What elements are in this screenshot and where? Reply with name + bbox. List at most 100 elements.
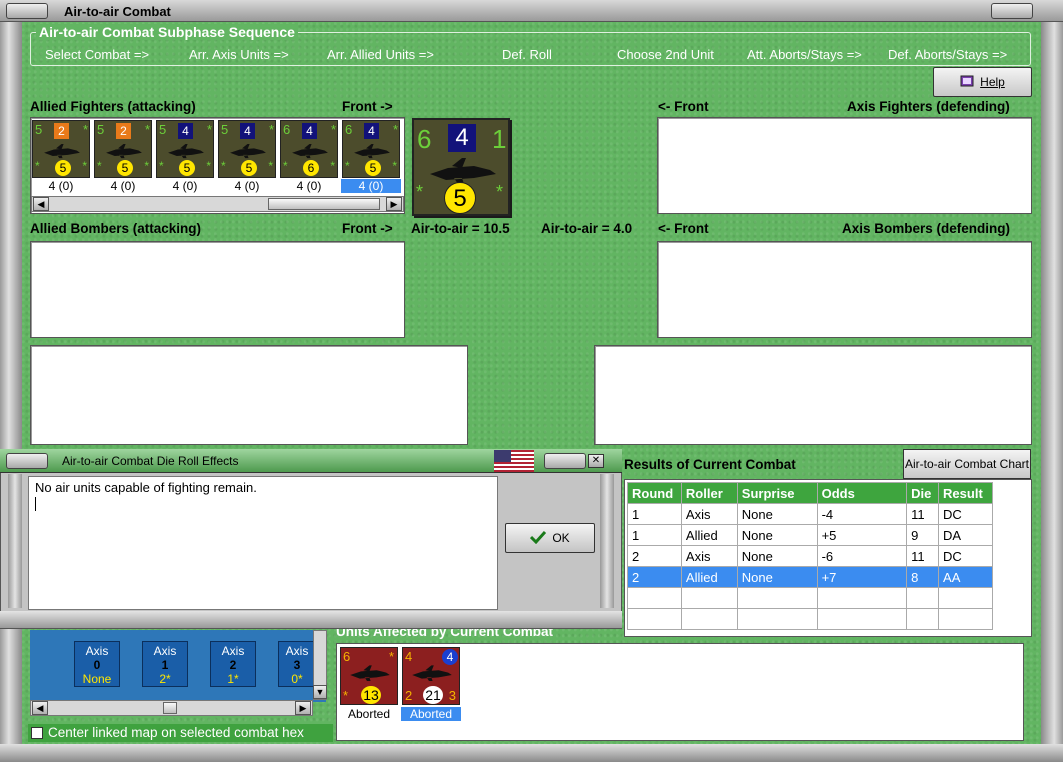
col-odds[interactable]: Odds bbox=[816, 482, 908, 504]
counter-caption[interactable]: 4 (0) bbox=[217, 179, 277, 193]
table-row[interactable]: 2 Allied None +7 8 AA bbox=[627, 566, 993, 588]
dialog-restore-button[interactable] bbox=[544, 453, 586, 469]
plane-icon bbox=[354, 144, 390, 159]
frame-right bbox=[1041, 22, 1063, 762]
affected-unit-caption[interactable]: Aborted bbox=[339, 707, 399, 721]
fighter-counter[interactable]: 5 4 * * 5 * bbox=[218, 120, 276, 178]
table-cell: AA bbox=[938, 566, 993, 588]
fighter-counter[interactable]: 5 2 * * 5 * bbox=[94, 120, 152, 178]
table-row[interactable]: 1 Allied None +5 9 DA bbox=[627, 524, 993, 546]
help-label: Help bbox=[980, 75, 1005, 89]
hex-side: Axis bbox=[285, 644, 309, 658]
results-table-panel: Round Roller Surprise Odds Die Result 1A… bbox=[624, 479, 1032, 637]
table-cell bbox=[906, 587, 940, 609]
hex-number: 3 bbox=[293, 658, 301, 672]
fighter-counter[interactable]: 5 4 * * 5 * bbox=[156, 120, 214, 178]
scroll-down-icon[interactable]: ▼ bbox=[313, 685, 327, 699]
hex-box[interactable]: Axis 3 0* bbox=[278, 641, 316, 687]
fighter-counter[interactable]: 5 2 * * 5 * bbox=[32, 120, 90, 178]
window-menu-button[interactable] bbox=[6, 3, 48, 19]
col-surprise[interactable]: Surprise bbox=[736, 482, 818, 504]
asterisk-icon: * bbox=[330, 159, 335, 173]
table-cell: None bbox=[736, 545, 818, 567]
dialog-message-box[interactable]: No air units capable of fighting remain. bbox=[28, 476, 498, 610]
dialog-titlebar: Air-to-air Combat Die Roll Effects ✕ bbox=[0, 449, 622, 473]
counter-circle: 5 bbox=[179, 160, 195, 176]
selected-unit-counter[interactable]: 6 4 1 * 5 * bbox=[412, 118, 510, 216]
counter-caption[interactable]: 4 (0) bbox=[279, 179, 339, 193]
table-row[interactable] bbox=[627, 608, 993, 630]
air-to-air-chart-button[interactable]: Air-to-air Combat Chart bbox=[903, 449, 1031, 479]
counter-circle: 5 bbox=[241, 160, 257, 176]
table-cell bbox=[938, 587, 993, 609]
axis-info-panel bbox=[594, 345, 1032, 445]
counter-caption[interactable]: 4 (0) bbox=[155, 179, 215, 193]
hex-box[interactable]: Axis 2 1* bbox=[210, 641, 256, 687]
counter-air-attack: 5 bbox=[35, 122, 43, 137]
counter-air-attack: 5 bbox=[159, 122, 167, 137]
col-round[interactable]: Round bbox=[627, 482, 682, 504]
counter-circle: 5 bbox=[55, 160, 71, 176]
table-cell: None bbox=[736, 524, 818, 546]
center-map-row[interactable]: Center linked map on selected combat hex bbox=[28, 724, 333, 742]
hex-box[interactable]: Axis 1 2* bbox=[142, 641, 188, 687]
axis-bombers-label: Axis Bombers (defending) bbox=[842, 221, 1011, 236]
fighter-counter[interactable]: 6 4 * * 6 * bbox=[280, 120, 338, 178]
counter-air-attack: 5 bbox=[97, 122, 105, 137]
affected-unit-counter[interactable]: 6 * * 13 bbox=[340, 647, 398, 705]
hex-strip-hscroll[interactable]: ◀ ▶ bbox=[30, 700, 313, 716]
center-map-checkbox[interactable] bbox=[31, 727, 43, 739]
help-button[interactable]: Help bbox=[933, 67, 1032, 97]
table-cell bbox=[816, 608, 908, 630]
fighter-counter[interactable]: 6 4 * * 5 * bbox=[342, 120, 400, 178]
scroll-left-icon[interactable]: ◀ bbox=[33, 197, 49, 211]
col-roller[interactable]: Roller bbox=[680, 482, 738, 504]
table-row[interactable] bbox=[627, 587, 993, 609]
frame-left bbox=[0, 22, 22, 762]
dialog-menu-button[interactable] bbox=[6, 453, 48, 469]
asterisk-icon: * bbox=[82, 159, 87, 173]
counter-caption[interactable]: 4 (0) bbox=[31, 179, 91, 193]
hex-status: None bbox=[82, 672, 112, 686]
big-counter-mid: 4 bbox=[448, 124, 476, 152]
table-cell bbox=[736, 608, 818, 630]
big-counter-left: 6 bbox=[417, 124, 432, 154]
table-cell bbox=[627, 587, 682, 609]
scroll-thumb[interactable] bbox=[268, 198, 380, 210]
scroll-right-icon[interactable]: ▶ bbox=[386, 197, 402, 211]
window-minimize-button[interactable] bbox=[991, 3, 1033, 19]
asterisk-icon: * bbox=[159, 159, 164, 173]
col-result[interactable]: Result bbox=[938, 482, 993, 504]
counter-caption[interactable]: 4 (0) bbox=[341, 179, 401, 193]
asterisk-icon: * bbox=[345, 159, 350, 173]
table-cell bbox=[627, 608, 682, 630]
scroll-right-icon[interactable]: ▶ bbox=[295, 701, 311, 715]
asterisk-icon: * bbox=[35, 159, 40, 173]
scroll-thumb[interactable] bbox=[163, 702, 177, 714]
big-counter-right: 1 bbox=[492, 124, 507, 154]
table-cell: Allied bbox=[680, 566, 738, 588]
scroll-left-icon[interactable]: ◀ bbox=[32, 701, 48, 715]
table-cell: 8 bbox=[906, 566, 940, 588]
step-choose-2nd-unit: Choose 2nd Unit bbox=[617, 47, 714, 62]
step-def-aborts: Def. Aborts/Stays => bbox=[888, 47, 1008, 62]
table-cell: 1 bbox=[627, 524, 682, 546]
col-die[interactable]: Die bbox=[906, 482, 940, 504]
table-row[interactable]: 2 Axis None -6 11 DC bbox=[627, 545, 993, 567]
asterisk-icon: * bbox=[416, 182, 424, 202]
table-cell: -4 bbox=[816, 503, 908, 525]
hex-box[interactable]: Axis 0 None bbox=[74, 641, 120, 687]
table-cell: -6 bbox=[816, 545, 908, 567]
affected-unit-counter[interactable]: 4 4 2 21 3 bbox=[402, 647, 460, 705]
allied-fighters-scrollbar[interactable]: ◀ ▶ bbox=[31, 196, 404, 212]
counter-caption[interactable]: 4 (0) bbox=[93, 179, 153, 193]
plane-icon bbox=[412, 665, 452, 681]
big-counter-circle: 5 bbox=[444, 182, 476, 214]
ok-button[interactable]: OK bbox=[505, 523, 595, 553]
hex-strip-vscroll[interactable]: ▼ bbox=[313, 630, 327, 700]
close-icon[interactable]: ✕ bbox=[588, 454, 604, 468]
affected-unit-caption[interactable]: Aborted bbox=[401, 707, 461, 721]
counter-range: 2 bbox=[116, 123, 131, 139]
asterisk-icon: * bbox=[392, 159, 397, 173]
table-row[interactable]: 1 Axis None -4 11 DC bbox=[627, 503, 993, 525]
